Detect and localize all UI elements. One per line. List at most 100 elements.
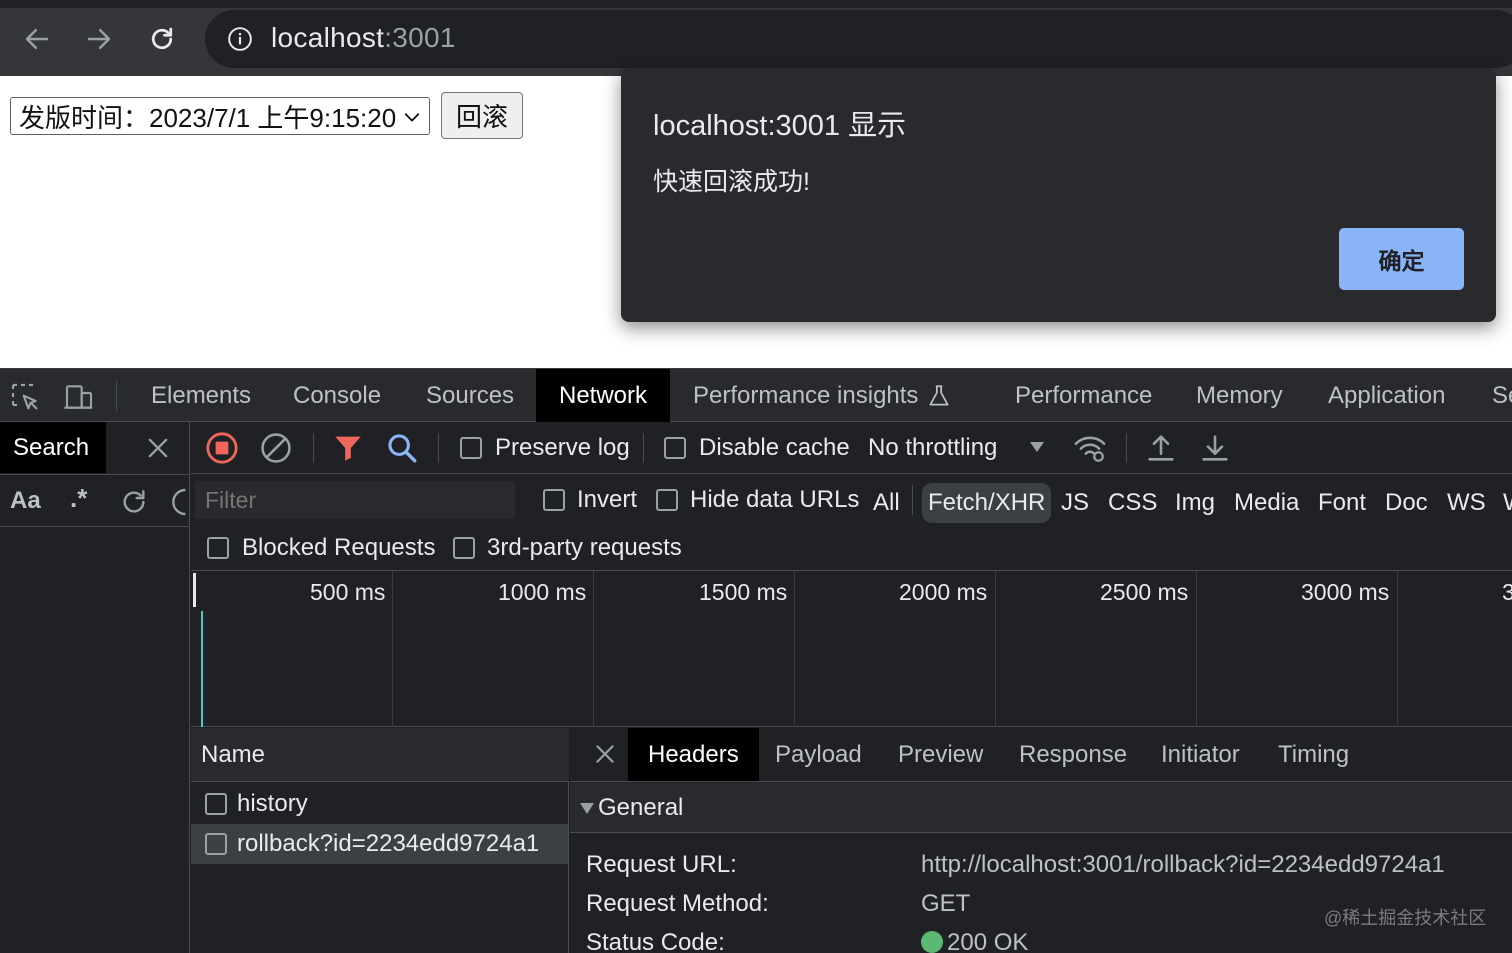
- request-name: history: [237, 790, 308, 817]
- rollback-button[interactable]: 回滚: [441, 92, 523, 139]
- filter-funnel-icon[interactable]: [331, 431, 365, 465]
- regex-toggle[interactable]: .*: [70, 483, 87, 514]
- request-method-key: Request Method:: [586, 890, 769, 917]
- match-case-toggle[interactable]: Aa: [10, 487, 41, 515]
- tab-initiator[interactable]: Initiator: [1161, 728, 1240, 781]
- preserve-log-label: Preserve log: [495, 434, 630, 461]
- tab-security-truncated[interactable]: Se: [1492, 369, 1512, 422]
- devtools-tabbar: Elements Console Sources Network Perform…: [0, 368, 1512, 422]
- type-css[interactable]: CSS: [1108, 483, 1157, 523]
- tab-elements[interactable]: Elements: [151, 369, 251, 422]
- search-icon[interactable]: [385, 431, 419, 465]
- tab-search[interactable]: Search: [0, 422, 106, 473]
- type-js[interactable]: JS: [1061, 483, 1089, 523]
- clear-icon[interactable]: [170, 486, 190, 518]
- divider: [1126, 433, 1127, 463]
- tab-performance-insights-label: Performance insights: [693, 381, 919, 409]
- tab-performance-insights[interactable]: Performance insights: [693, 369, 952, 422]
- filter-bar: Invert Hide data URLs All Fetch/XHR JS C…: [191, 475, 1512, 525]
- divider: [116, 381, 117, 411]
- general-section-header[interactable]: General: [570, 783, 1512, 833]
- browser-toolbar: localhost:3001: [0, 0, 1512, 76]
- tab-sources[interactable]: Sources: [426, 369, 514, 422]
- overview-request-bar: [201, 611, 203, 727]
- arrow-right-icon: [87, 29, 111, 49]
- tick-label: 3: [1502, 579, 1512, 605]
- invert-checkbox[interactable]: [543, 489, 565, 511]
- back-button[interactable]: [18, 20, 56, 58]
- filter-input[interactable]: [195, 481, 515, 519]
- search-options: Aa .*: [0, 474, 190, 527]
- third-party-checkbox[interactable]: [453, 537, 475, 559]
- devtools-panel: Elements Console Sources Network Perform…: [0, 368, 1512, 953]
- network-toolbar: Preserve log Disable cache No throttling: [191, 422, 1512, 474]
- reload-icon: [151, 27, 173, 50]
- record-stop-icon[interactable]: [205, 431, 239, 465]
- blocked-requests-checkbox[interactable]: [207, 537, 229, 559]
- upload-icon[interactable]: [1144, 431, 1178, 465]
- close-icon[interactable]: [592, 741, 618, 767]
- status-code-key: Status Code:: [586, 929, 725, 953]
- tab-payload[interactable]: Payload: [775, 728, 862, 781]
- third-party-label: 3rd-party requests: [487, 534, 682, 561]
- request-row-history[interactable]: history: [191, 784, 568, 824]
- tab-console[interactable]: Console: [293, 369, 381, 422]
- preserve-log-checkbox[interactable]: [460, 437, 482, 459]
- grid-line: [794, 571, 795, 727]
- triangle-down-icon: [580, 803, 594, 814]
- divider: [643, 433, 644, 463]
- tab-application[interactable]: Application: [1328, 369, 1445, 422]
- tab-performance[interactable]: Performance: [1015, 369, 1152, 422]
- type-wasm-truncated[interactable]: W: [1503, 483, 1512, 523]
- divider: [438, 433, 439, 463]
- inspect-element-icon[interactable]: [9, 381, 41, 413]
- release-select-value: 发版时间：2023/7/1 上午9:15:20: [19, 102, 397, 133]
- request-url-value: http://localhost:3001/rollback?id=2234ed…: [921, 851, 1445, 878]
- alert-ok-button[interactable]: 确定: [1339, 228, 1464, 290]
- alert-message: 快速回滚成功!: [653, 168, 810, 196]
- type-ws[interactable]: WS: [1447, 483, 1486, 523]
- request-method-value: GET: [921, 890, 971, 917]
- type-font[interactable]: Font: [1318, 483, 1366, 523]
- disable-cache-checkbox[interactable]: [664, 437, 686, 459]
- watermark: @稀土掘金技术社区: [1324, 908, 1487, 928]
- reload-button[interactable]: [143, 20, 181, 58]
- request-checkbox[interactable]: [205, 793, 227, 815]
- download-icon[interactable]: [1198, 431, 1232, 465]
- address-bar[interactable]: localhost:3001: [205, 10, 1512, 68]
- hide-data-urls-checkbox[interactable]: [656, 489, 678, 511]
- name-column-header[interactable]: Name: [191, 728, 569, 782]
- type-doc[interactable]: Doc: [1385, 483, 1428, 523]
- type-all[interactable]: All: [873, 483, 900, 523]
- chevron-down-icon: [404, 113, 420, 122]
- network-overview[interactable]: 500 ms 1000 ms 1500 ms 2000 ms 2500 ms 3…: [191, 571, 1512, 727]
- request-checkbox[interactable]: [205, 833, 227, 855]
- clear-log-icon[interactable]: [259, 431, 293, 465]
- status-code-value: 200 OK: [921, 929, 1028, 953]
- throttling-select[interactable]: No throttling: [868, 434, 997, 462]
- overview-handle[interactable]: [193, 573, 196, 607]
- tab-preview[interactable]: Preview: [898, 728, 983, 781]
- network-conditions-icon[interactable]: [1073, 431, 1107, 465]
- details-tabbar: Headers Payload Preview Response Initiat…: [570, 728, 1512, 782]
- caret-down-icon[interactable]: [1029, 440, 1045, 454]
- tab-network[interactable]: Network: [536, 369, 671, 422]
- device-toolbar-icon[interactable]: [63, 381, 95, 413]
- forward-button[interactable]: [80, 20, 118, 58]
- type-media[interactable]: Media: [1234, 483, 1299, 523]
- type-img[interactable]: Img: [1175, 483, 1215, 523]
- info-icon[interactable]: [227, 26, 253, 52]
- status-code-text: 200 OK: [947, 929, 1029, 953]
- tick-label: 2000 ms: [899, 579, 988, 605]
- alert-dialog: localhost:3001 显示 快速回滚成功! 确定: [621, 68, 1496, 322]
- request-url-key: Request URL:: [586, 851, 737, 878]
- close-icon[interactable]: [144, 434, 172, 462]
- refresh-icon[interactable]: [118, 486, 150, 518]
- type-fetch-xhr[interactable]: Fetch/XHR: [922, 483, 1052, 523]
- release-time-select[interactable]: 发版时间：2023/7/1 上午9:15:20: [10, 97, 430, 135]
- request-row-rollback[interactable]: rollback?id=2234edd9724a1: [191, 824, 568, 864]
- tab-memory[interactable]: Memory: [1196, 369, 1283, 422]
- tab-timing[interactable]: Timing: [1278, 728, 1349, 781]
- tab-headers[interactable]: Headers: [628, 728, 759, 781]
- tab-response[interactable]: Response: [1019, 728, 1127, 781]
